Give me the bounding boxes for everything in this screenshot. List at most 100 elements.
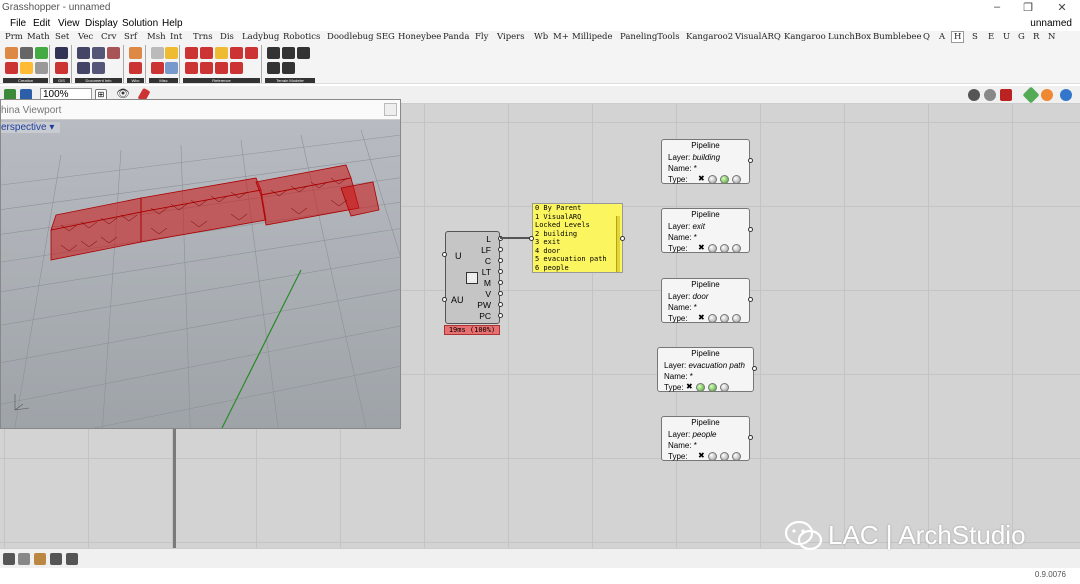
tab-int[interactable]: Int (170, 32, 182, 42)
tab-doodlebug[interactable]: Doodlebug (327, 32, 374, 42)
tool-icon[interactable] (215, 47, 228, 59)
tab-panelingtools[interactable]: PanelingTools (620, 32, 680, 42)
tool-icon[interactable] (282, 47, 295, 59)
output-port-pw[interactable] (498, 302, 503, 307)
tool-icon[interactable] (92, 62, 105, 74)
tab-wb[interactable]: Wb (534, 32, 548, 42)
tool-icon[interactable] (282, 62, 295, 74)
rhino-viewport-window[interactable]: hina Viewport erspective ▾ (0, 99, 401, 429)
tool-icon[interactable] (215, 62, 228, 74)
tool-icon[interactable] (151, 62, 164, 74)
pipeline-output-port[interactable] (748, 435, 753, 440)
tool-icon[interactable] (5, 47, 18, 59)
canvas-tool-icon[interactable] (18, 553, 30, 565)
tab-r[interactable]: R (1033, 32, 1039, 42)
type-brep-toggle[interactable] (720, 452, 729, 461)
canvas-tool-icon[interactable] (66, 553, 78, 565)
tool-icon[interactable] (185, 62, 198, 74)
layer-value[interactable]: people (692, 430, 716, 439)
tab-srf[interactable]: Srf (124, 32, 137, 42)
tab-panda[interactable]: Panda (443, 32, 469, 42)
pipeline-component-building[interactable]: Pipeline Layer: building Name: * Type: ✖ (661, 139, 750, 184)
pipeline-output-port[interactable] (752, 366, 757, 371)
tab-e[interactable]: E (988, 32, 994, 42)
pipeline-component-people[interactable]: Pipeline Layer: people Name: * Type: ✖ (661, 416, 750, 461)
tab-q[interactable]: Q (923, 32, 930, 42)
menu-file[interactable]: File (10, 18, 26, 29)
menu-help[interactable]: Help (162, 18, 183, 29)
viewport-close-button[interactable] (384, 103, 397, 116)
preview-shaded-icon[interactable] (1000, 89, 1012, 101)
preview-settings-icon[interactable] (1060, 89, 1072, 101)
type-brep-toggle[interactable] (720, 175, 729, 184)
tool-icon[interactable] (77, 62, 90, 74)
close-button[interactable]: ✕ (1052, 1, 1072, 14)
tab-prm[interactable]: Prm (5, 32, 23, 42)
pipeline-output-port[interactable] (748, 297, 753, 302)
tab-robotics[interactable]: Robotics (283, 32, 320, 42)
type-none-icon[interactable]: ✖ (686, 382, 693, 391)
tab-visualarq[interactable]: VisualARQ (735, 32, 781, 42)
type-curve-toggle[interactable] (708, 175, 717, 184)
tool-icon[interactable] (245, 47, 258, 59)
tab-math[interactable]: Math (27, 32, 50, 42)
pipeline-component-door[interactable]: Pipeline Layer: door Name: * Type: ✖ (661, 278, 750, 323)
type-brep-toggle[interactable] (720, 314, 729, 323)
tab-vec[interactable]: Vec (78, 32, 93, 42)
layer-value[interactable]: exit (692, 222, 704, 231)
viewport-title-bar[interactable]: hina Viewport (1, 100, 400, 120)
type-mesh-toggle[interactable] (732, 175, 741, 184)
tool-icon[interactable] (77, 47, 90, 59)
tab-kangaroo[interactable]: Kangaroo (784, 32, 826, 42)
tab-msh[interactable]: Msh (147, 32, 166, 42)
tool-icon[interactable] (200, 62, 213, 74)
type-none-icon[interactable]: ✖ (698, 313, 705, 322)
type-mesh-toggle[interactable] (720, 383, 729, 392)
input-port-u[interactable] (442, 252, 447, 257)
panel-output-port[interactable] (620, 236, 625, 241)
type-curve-toggle[interactable] (708, 452, 717, 461)
tool-icon[interactable] (107, 47, 120, 59)
tool-icon[interactable] (230, 47, 243, 59)
output-port-lf[interactable] (498, 247, 503, 252)
panel-scrollbar[interactable] (616, 216, 620, 272)
levels-panel[interactable]: 0 By Parent 1 VisualARQ Locked Levels 2 … (532, 203, 623, 273)
tab-g[interactable]: G (1018, 32, 1025, 42)
tab-fly[interactable]: Fly (475, 32, 488, 42)
tab-crv[interactable]: Crv (101, 32, 116, 42)
tool-icon[interactable] (267, 47, 280, 59)
preview-selected-icon[interactable] (1022, 86, 1040, 104)
restore-button[interactable]: ❐ (1018, 1, 1038, 14)
input-port-au[interactable] (442, 297, 447, 302)
tab-millipede[interactable]: Millipede (572, 32, 613, 42)
panel-input-port[interactable] (529, 236, 534, 241)
pipeline-component-evacuation-path[interactable]: Pipeline Layer: evacuation path Name: * … (657, 347, 754, 392)
preview-mode-icon[interactable] (968, 89, 980, 101)
visualarq-levels-component[interactable]: U AU L LF C LT M V PW PC (445, 231, 500, 324)
tool-icon[interactable] (20, 47, 33, 59)
canvas-tool-icon[interactable] (50, 553, 62, 565)
tab-dis[interactable]: Dis (220, 32, 234, 42)
tab-bumblebee[interactable]: Bumblebee (873, 32, 921, 42)
type-brep-toggle[interactable] (708, 383, 717, 392)
tab-ladybug[interactable]: Ladybug (242, 32, 279, 42)
type-curve-toggle[interactable] (708, 314, 717, 323)
pipeline-component-exit[interactable]: Pipeline Layer: exit Name: * Type: ✖ (661, 208, 750, 253)
tool-icon[interactable] (230, 62, 243, 74)
tab-n[interactable]: N (1048, 32, 1055, 42)
tab-seg[interactable]: SEG (376, 32, 395, 42)
name-value[interactable]: * (694, 164, 697, 173)
pipeline-output-port[interactable] (748, 227, 753, 232)
canvas-tool-icon[interactable] (34, 553, 46, 565)
tool-icon[interactable] (165, 62, 178, 74)
tab-u[interactable]: U (1003, 32, 1010, 42)
tab-trns[interactable]: Trns (193, 32, 213, 42)
viewport-3d-view[interactable]: erspective ▾ (1, 120, 400, 428)
tool-icon[interactable] (5, 62, 18, 74)
tool-icon[interactable] (20, 62, 33, 74)
preview-wire-icon[interactable] (984, 89, 996, 101)
output-port-v[interactable] (498, 291, 503, 296)
tool-icon[interactable] (55, 47, 68, 59)
tab-s[interactable]: S (972, 32, 978, 42)
output-port-c[interactable] (498, 258, 503, 263)
